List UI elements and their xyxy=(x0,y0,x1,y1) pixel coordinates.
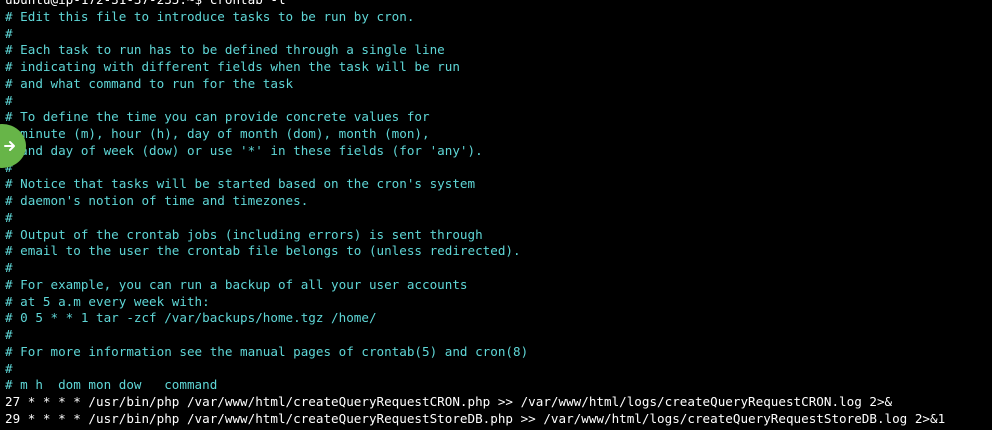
prompt-line: ubuntu@ip-172-31-37-235:~$ crontab -l xyxy=(5,0,945,9)
comment-line: # 0 5 * * 1 tar -zcf /var/backups/home.t… xyxy=(5,310,377,326)
cron-job-line: 29 * * * * /usr/bin/php /var/www/html/cr… xyxy=(5,410,946,426)
comment-line: # and day of week (dow) or use '*' in th… xyxy=(5,142,483,158)
terminal-output: ubuntu@ip-172-31-37-235:~$ crontab -l # … xyxy=(0,0,945,428)
comment-line: # indicating with different fields when … xyxy=(5,59,460,74)
comment-line: # and what command to run for the task xyxy=(5,75,294,91)
arrow-right-icon xyxy=(2,138,18,154)
comment-line: # Edit this file to introduce tasks to b… xyxy=(5,8,415,24)
comment-line: # xyxy=(5,327,13,342)
comment-line: # xyxy=(5,209,13,225)
comment-line: # at 5 a.m every week with: xyxy=(5,293,210,309)
comment-line: # xyxy=(5,92,13,108)
comment-line: # email to the user the crontab file bel… xyxy=(5,243,521,259)
comment-line: # xyxy=(5,260,13,275)
cron-job-line: 27 * * * * /usr/bin/php /var/www/html/cr… xyxy=(5,394,893,409)
comment-line: # Notice that tasks will be started base… xyxy=(5,176,476,192)
comment-line: # For more information see the manual pa… xyxy=(5,343,529,359)
comment-line: # minute (m), hour (h), day of month (do… xyxy=(5,126,430,141)
comment-line: # For example, you can run a backup of a… xyxy=(5,276,468,292)
comment-line: # xyxy=(5,360,13,376)
comment-line: # Each task to run has to be defined thr… xyxy=(5,42,445,58)
terminal-window[interactable]: ubuntu@ip-172-31-37-235:~$ crontab -l # … xyxy=(0,0,992,430)
comment-line: # daemon's notion of time and timezones. xyxy=(5,193,309,208)
comment-line: # To define the time you can provide con… xyxy=(5,109,430,125)
comment-line: # xyxy=(5,160,945,177)
comment-line: # Output of the crontab jobs (including … xyxy=(5,226,483,242)
comment-line: # m h dom mon dow command xyxy=(5,377,218,393)
comment-line: # xyxy=(5,25,13,41)
